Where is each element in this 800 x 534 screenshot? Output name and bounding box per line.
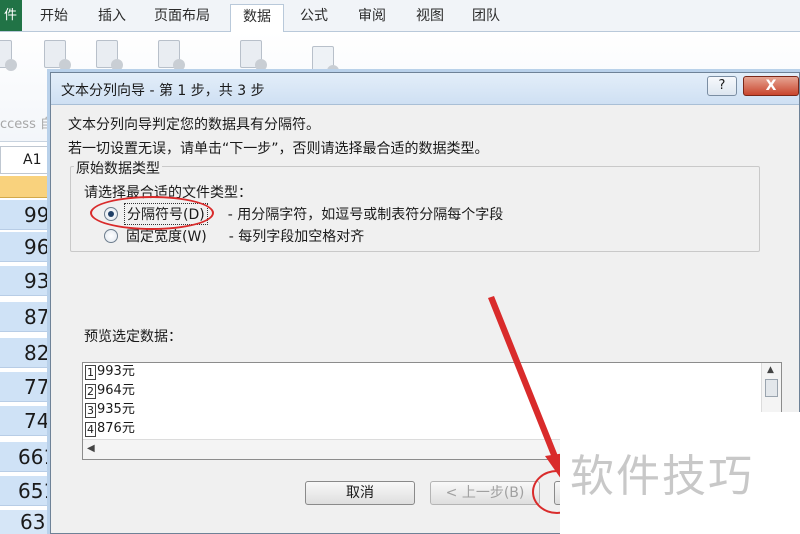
preview-row-text: 876元 <box>97 421 135 436</box>
tab-file[interactable]: 件 <box>0 0 22 31</box>
help-button[interactable]: ? <box>707 76 737 96</box>
preview-row-text: 935元 <box>97 402 135 417</box>
tab-insert[interactable]: 插入 <box>86 4 138 32</box>
cell[interactable]: 99 <box>0 200 52 230</box>
cancel-button[interactable]: 取消 <box>305 481 415 505</box>
tab-data[interactable]: 数据 <box>230 4 284 33</box>
back-button[interactable]: < 上一步(B) <box>430 481 540 505</box>
preview-label: 预览选定数据： <box>84 329 182 345</box>
from-access-icon[interactable] <box>0 40 17 71</box>
preview-row-number: 4 <box>85 422 96 437</box>
cell[interactable]: 661 <box>0 442 52 472</box>
from-access-label: ccess 自 <box>0 117 53 132</box>
tab-home[interactable]: 开始 <box>28 4 80 32</box>
cell[interactable]: 82 <box>0 338 52 368</box>
preview-row-number: 1 <box>85 365 96 380</box>
cell[interactable]: 96 <box>0 232 52 262</box>
refresh-all-icon[interactable] <box>312 46 339 77</box>
intro-line-1: 文本分列向导判定您的数据具有分隔符。 <box>68 117 320 133</box>
option-delimited-desc: - 用分隔字符，如逗号或制表符分隔每个字段 <box>227 207 504 223</box>
preview-row-number: 2 <box>85 384 96 399</box>
tab-formulas[interactable]: 公式 <box>288 4 340 32</box>
cell[interactable]: 77 <box>0 372 52 402</box>
tab-page-layout[interactable]: 页面布局 <box>142 4 222 32</box>
other-sources-icon[interactable] <box>158 40 185 71</box>
cell[interactable]: 87 <box>0 302 52 332</box>
existing-connections-icon[interactable] <box>240 40 267 71</box>
group-title: 原始数据类型 <box>74 158 162 178</box>
dialog-titlebar[interactable]: 文本分列向导 - 第 1 步，共 3 步 ? X <box>51 73 799 105</box>
column-header-a[interactable] <box>0 176 52 198</box>
cell[interactable]: 651 <box>0 476 52 506</box>
scroll-up-icon[interactable]: ▲ <box>767 365 774 375</box>
option-fixed-width-desc: - 每列字段加空格对齐 <box>228 229 365 245</box>
from-text-icon[interactable] <box>96 40 123 71</box>
tab-review[interactable]: 审阅 <box>346 4 398 32</box>
preview-row: 3 935元 <box>85 401 135 419</box>
preview-row-text: 964元 <box>97 383 135 398</box>
intro-line-2: 若一切设置无误，请单击“下一步”，否则请选择最合适的数据类型。 <box>68 141 489 157</box>
preview-row-text: 993元 <box>97 364 135 379</box>
ribbon-tab-bar: 件 开始 插入 页面布局 数据 公式 审阅 视图 团队 <box>0 0 800 33</box>
tab-team[interactable]: 团队 <box>460 4 512 32</box>
highlight-ellipse <box>90 196 214 230</box>
preview-row: 4 876元 <box>85 420 135 438</box>
preview-row-number: 3 <box>85 403 96 418</box>
close-button[interactable]: X <box>743 76 799 96</box>
from-web-icon[interactable] <box>44 40 71 71</box>
cell[interactable]: 74 <box>0 406 52 436</box>
preview-row: 2 964元 <box>85 382 135 400</box>
scroll-thumb[interactable] <box>765 379 778 397</box>
preview-row: 1 993元 <box>85 363 135 381</box>
cell[interactable]: 93 <box>0 266 52 296</box>
worksheet-column-a: 99 96 93 87 82 77 74 661 651 <box>0 176 52 534</box>
scroll-left-icon[interactable]: ◀ <box>87 443 95 454</box>
name-box[interactable]: A1 <box>0 146 52 174</box>
radio-fixed-width[interactable] <box>104 229 118 243</box>
dialog-title: 文本分列向导 - 第 1 步，共 3 步 <box>61 83 265 99</box>
watermark-text: 软件技巧 <box>570 451 754 502</box>
tab-view[interactable]: 视图 <box>404 4 456 32</box>
